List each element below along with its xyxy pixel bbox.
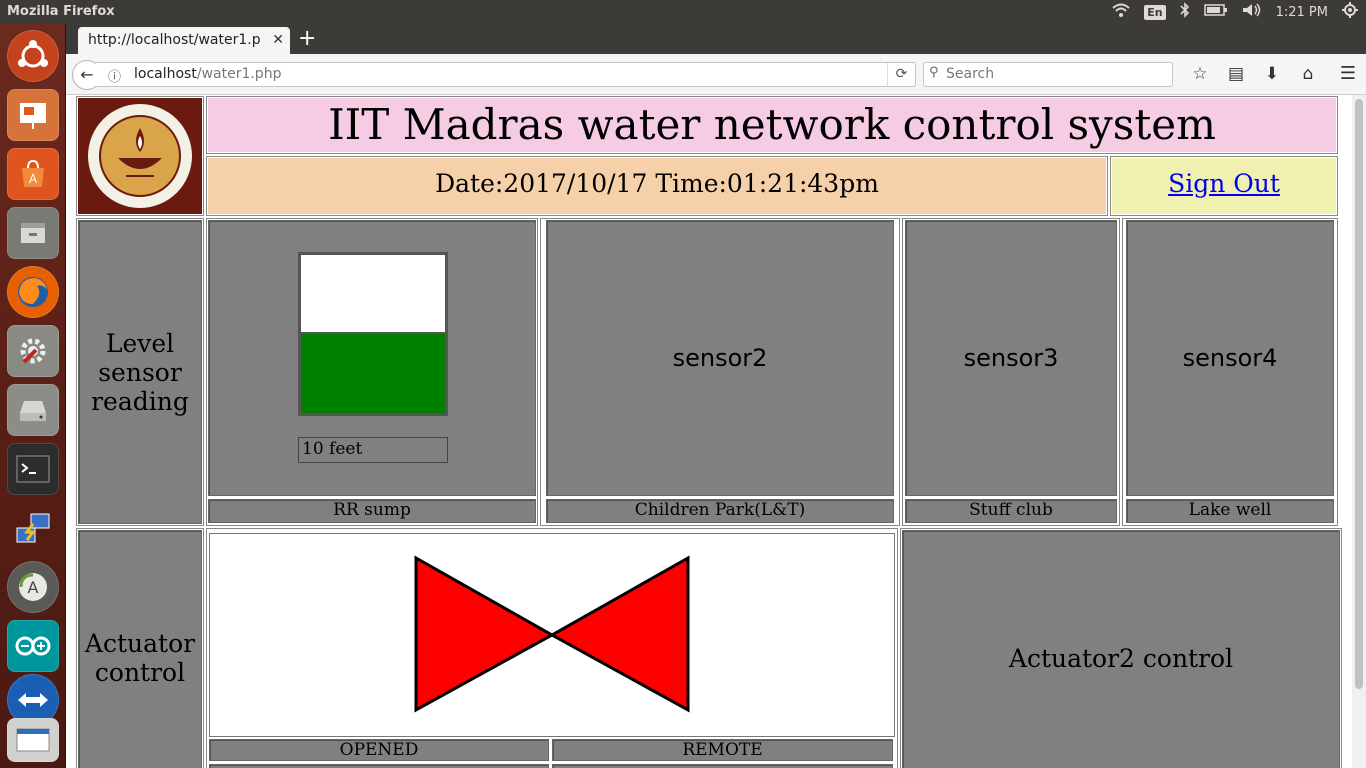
level-row-label: Level sensor reading <box>78 220 202 524</box>
arduino-icon[interactable] <box>7 620 59 672</box>
datetime-display: Date:2017/10/17 Time:01:21:43pm <box>208 158 1106 214</box>
tank-gauge <box>298 252 448 416</box>
actuator-label-frame: Actuator control <box>76 528 204 768</box>
search-placeholder: Search <box>946 66 995 82</box>
impress-icon[interactable] <box>7 89 59 141</box>
workbench-icon[interactable] <box>7 718 59 762</box>
toolbar-icons: ☆ ▤ ⬇ ⌂ <box>1182 64 1326 84</box>
datetime-frame: Date:2017/10/17 Time:01:21:43pm <box>206 156 1108 216</box>
valve-right-wedge <box>548 555 690 713</box>
actuator2-control[interactable]: Actuator2 control <box>902 530 1340 768</box>
sensor2-frame: sensor2 Children Park(L&T) <box>540 218 900 526</box>
reload-icon[interactable]: ⟳ <box>887 63 915 86</box>
sensor1-panel: 10 feet <box>208 220 536 496</box>
signout-frame: Sign Out <box>1110 156 1338 216</box>
scrollbar-thumb[interactable] <box>1355 99 1363 689</box>
svg-text:A: A <box>28 578 39 597</box>
clock[interactable]: 1:21 PM <box>1276 5 1328 20</box>
firefox-icon[interactable] <box>7 266 59 318</box>
system-settings-icon[interactable] <box>7 325 59 377</box>
software-updater-icon[interactable]: A <box>7 561 59 613</box>
valve-display[interactable] <box>209 533 895 737</box>
sensor3-caption: Stuff club <box>905 499 1117 523</box>
disk-drive-icon[interactable] <box>7 384 59 436</box>
battery-icon[interactable] <box>1203 4 1228 20</box>
signout-link[interactable]: Sign Out <box>1168 169 1280 198</box>
actuator1-frame: OPENED REMOTE <box>206 528 898 768</box>
reader-view-icon[interactable]: ▤ <box>1218 64 1254 84</box>
level-readout: 10 feet <box>298 437 448 463</box>
hamburger-menu-icon[interactable]: ☰ <box>1340 63 1356 84</box>
tab-close-icon[interactable]: ✕ <box>272 32 284 48</box>
iit-madras-logo <box>78 98 202 214</box>
url-path: /water1.php <box>196 66 282 82</box>
sensor2-caption: Children Park(L&T) <box>546 499 894 523</box>
bluetooth-icon[interactable] <box>1180 2 1190 22</box>
wifi-icon[interactable] <box>1112 3 1130 21</box>
site-info-icon[interactable]: ⓘ <box>108 66 121 85</box>
sensor3-frame: sensor3 Stuff club <box>902 218 1120 526</box>
tank-water-level <box>301 334 445 413</box>
active-tab[interactable]: http://localhost/water1.p ✕ <box>78 27 290 54</box>
signout-cell: Sign Out <box>1112 158 1336 214</box>
sensor4-frame: sensor4 Lake well <box>1122 218 1338 526</box>
title-frame: IIT Madras water network control system <box>206 96 1338 154</box>
software-center-icon[interactable]: A <box>7 148 59 200</box>
sensor4-display: sensor4 <box>1126 220 1334 496</box>
downloads-icon[interactable]: ⬇ <box>1254 64 1290 84</box>
valve-icon <box>414 555 690 713</box>
url-bar[interactable]: ⓘ localhost/water1.php ⟳ <box>96 62 916 87</box>
valve-left-wedge <box>414 555 556 713</box>
navigation-bar: ← ⓘ localhost/water1.php ⟳ ⚲ Search ☆ ▤ … <box>66 54 1366 95</box>
top-panel: Mozilla Firefox En 1:21 PM <box>0 0 1366 24</box>
level-label-frame: Level sensor reading <box>76 218 204 526</box>
file-manager-icon[interactable] <box>7 207 59 259</box>
tab-title: http://localhost/water1.p <box>88 32 261 48</box>
sensor1-caption: RR sump <box>208 499 536 523</box>
sensor1-frame: 10 feet RR sump <box>206 218 538 526</box>
svg-text:A: A <box>29 172 38 186</box>
keyboard-layout-indicator[interactable]: En <box>1144 4 1166 20</box>
home-icon[interactable]: ⌂ <box>1290 64 1326 84</box>
actuator2-frame: Actuator2 control <box>900 528 1342 768</box>
valve-control-left[interactable] <box>209 764 549 768</box>
terminal-icon[interactable] <box>7 443 59 495</box>
valve-control-right[interactable] <box>552 764 893 768</box>
page-scrollbar[interactable] <box>1352 95 1366 768</box>
tank-empty-portion <box>301 255 445 332</box>
new-tab-icon[interactable]: + <box>298 27 316 51</box>
actuator-row-label: Actuator control <box>78 530 202 768</box>
volume-icon[interactable] <box>1242 3 1262 21</box>
sensor4-caption: Lake well <box>1126 499 1334 523</box>
ubuntu-dash-icon[interactable] <box>7 30 59 82</box>
bookmark-star-icon[interactable]: ☆ <box>1182 64 1218 84</box>
valve-state: OPENED <box>209 739 549 761</box>
sensor3-display: sensor3 <box>905 220 1117 496</box>
settings-gear-icon[interactable] <box>1342 2 1358 22</box>
search-icon: ⚲ <box>929 65 939 80</box>
sensor2-display: sensor2 <box>546 220 894 496</box>
page-title: IIT Madras water network control system <box>208 98 1336 152</box>
page-viewport: IIT Madras water network control system … <box>66 95 1352 768</box>
active-app-title: Mozilla Firefox <box>7 4 115 19</box>
remote-desktop-icon[interactable] <box>7 502 59 554</box>
tab-bar: http://localhost/water1.p ✕ + <box>66 24 1366 54</box>
logo-cell <box>76 96 204 216</box>
browser-window: http://localhost/water1.p ✕ + ← ⓘ localh… <box>66 24 1366 768</box>
url-host: localhost <box>134 66 197 82</box>
valve-mode: REMOTE <box>552 739 893 761</box>
system-tray: En 1:21 PM <box>1112 0 1358 24</box>
launcher: A A <box>0 24 66 768</box>
search-input[interactable]: ⚲ Search <box>923 62 1173 87</box>
